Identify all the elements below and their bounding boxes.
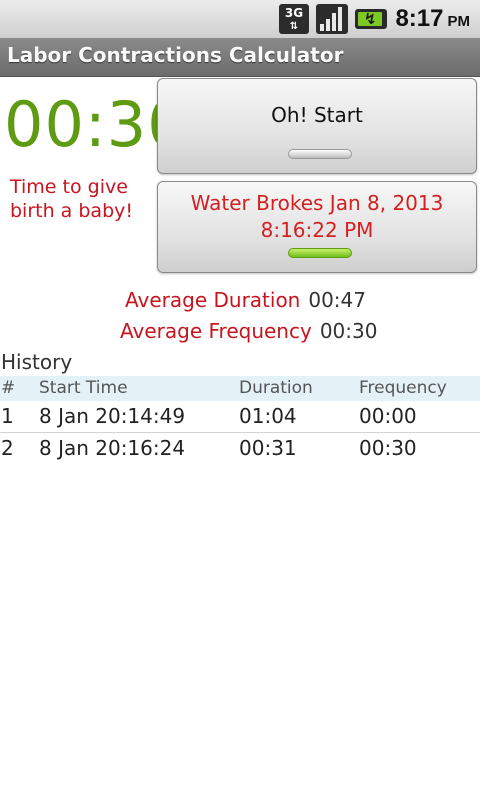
col-header-number: # bbox=[1, 378, 16, 398]
start-contraction-button[interactable]: Oh! Start bbox=[157, 78, 477, 174]
average-frequency-label: Average Frequency bbox=[120, 319, 312, 343]
average-duration-value: 00:47 bbox=[308, 288, 366, 312]
status-clock: 8:17 PM bbox=[395, 5, 470, 32]
row-number: 1 bbox=[1, 404, 14, 428]
average-duration-label: Average Duration bbox=[125, 288, 301, 312]
average-frequency-row: Average Frequency 00:30 bbox=[120, 319, 377, 343]
col-header-start-time: Start Time bbox=[39, 378, 128, 398]
history-heading: History bbox=[1, 350, 73, 374]
table-row[interactable]: 1 8 Jan 20:14:49 01:04 00:00 bbox=[0, 401, 480, 433]
water-broke-label: Water Brokes Jan 8, 2013 8:16:22 PM bbox=[158, 182, 476, 244]
col-header-frequency: Frequency bbox=[359, 378, 447, 398]
signal-icon bbox=[316, 4, 348, 34]
history-table: # Start Time Duration Frequency 1 8 Jan … bbox=[0, 376, 480, 464]
start-button-label: Oh! Start bbox=[271, 103, 363, 127]
app-title-bar: Labor Contractions Calculator bbox=[0, 38, 480, 77]
table-header: # Start Time Duration Frequency bbox=[0, 376, 480, 401]
row-number: 2 bbox=[1, 436, 14, 460]
row-duration: 00:31 bbox=[239, 436, 297, 460]
row-frequency: 00:00 bbox=[359, 404, 417, 428]
row-start-time: 8 Jan 20:16:24 bbox=[39, 436, 186, 460]
status-bar: 3G ⇅ ↯ 8:17 PM bbox=[0, 0, 480, 38]
water-broke-date: Water Brokes Jan 8, 2013 bbox=[190, 191, 444, 215]
battery-charging-icon: ↯ bbox=[355, 9, 387, 29]
app-title: Labor Contractions Calculator bbox=[7, 43, 344, 67]
3g-data-icon: 3G ⇅ bbox=[279, 4, 309, 34]
row-start-time: 8 Jan 20:14:49 bbox=[39, 404, 186, 428]
water-broke-time: 8:16:22 PM bbox=[260, 218, 374, 242]
status-message: Time to give birth a baby! bbox=[10, 176, 133, 222]
water-broke-button[interactable]: Water Brokes Jan 8, 2013 8:16:22 PM bbox=[157, 181, 477, 273]
average-duration-row: Average Duration 00:47 bbox=[125, 288, 366, 312]
average-frequency-value: 00:30 bbox=[319, 319, 378, 343]
row-duration: 01:04 bbox=[239, 404, 297, 428]
start-indicator-light bbox=[288, 149, 352, 159]
col-header-duration: Duration bbox=[239, 378, 313, 398]
water-indicator-light bbox=[288, 248, 352, 258]
row-frequency: 00:30 bbox=[359, 436, 417, 460]
table-row[interactable]: 2 8 Jan 20:16:24 00:31 00:30 bbox=[0, 433, 480, 464]
